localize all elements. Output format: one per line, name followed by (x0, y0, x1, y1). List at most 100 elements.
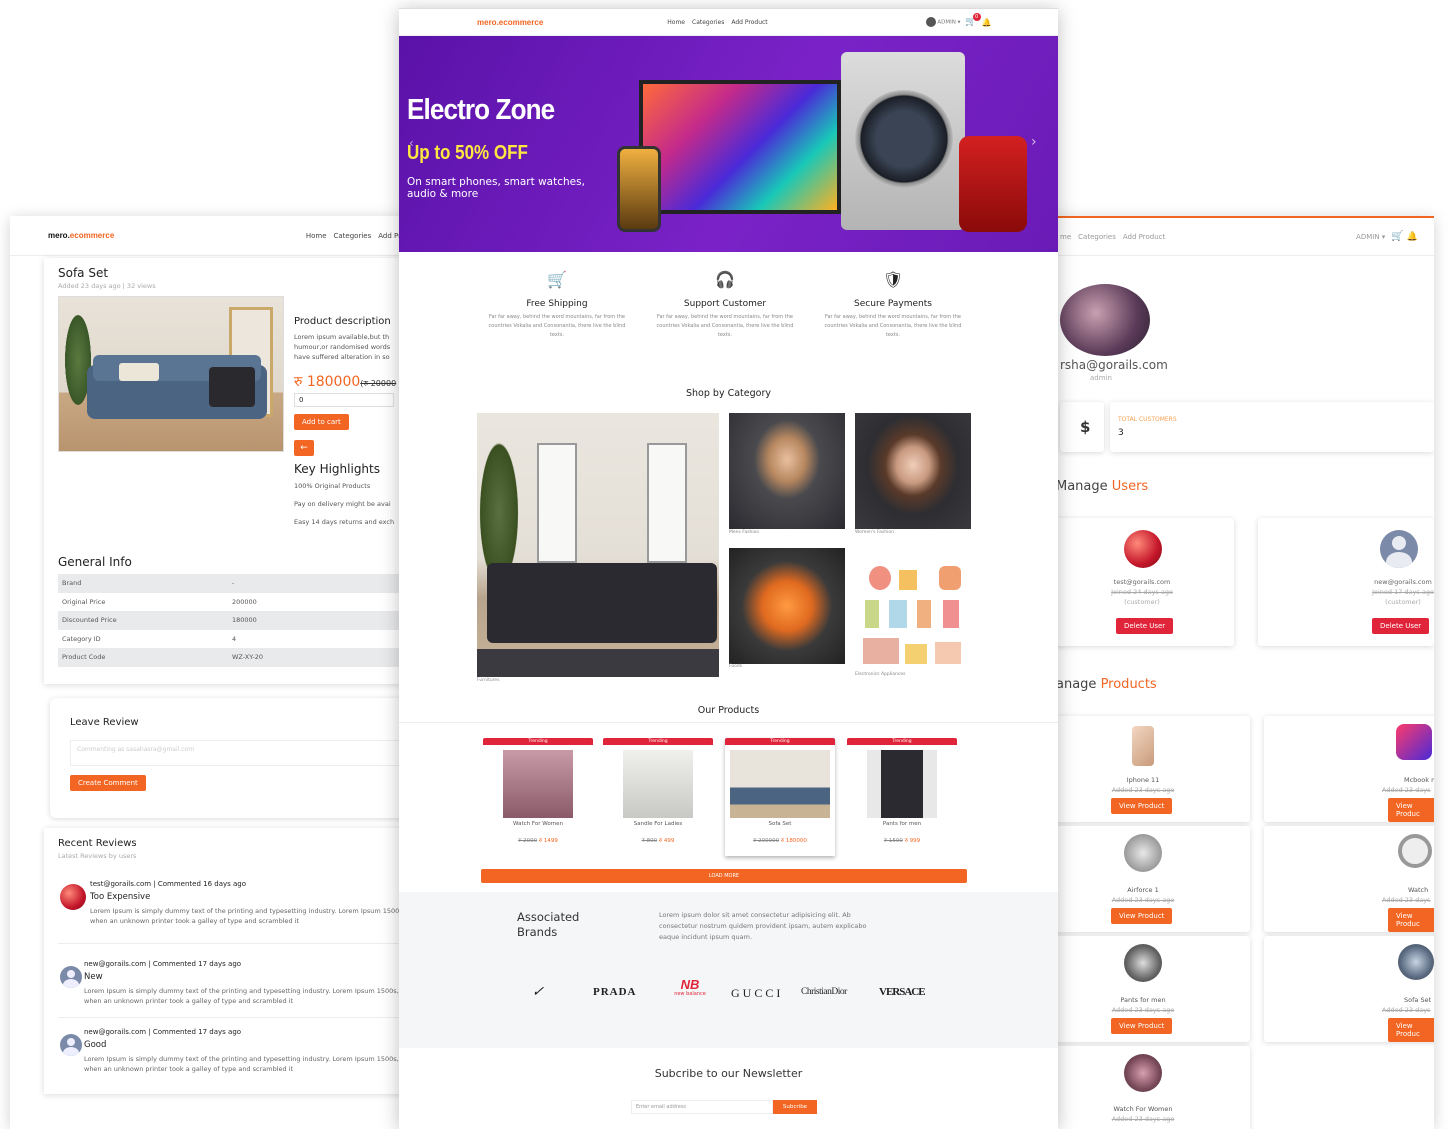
category-label: Mens Fashion (729, 530, 760, 535)
nav-categories-link[interactable]: Categories (692, 19, 724, 26)
support-icon: 🎧 (715, 270, 735, 289)
user-joined: Joined 17 days ago (1372, 588, 1434, 596)
brand-logo: PRADA (593, 986, 637, 998)
stat-label: TOTAL CUSTOMERS (1118, 416, 1177, 423)
home-nav-links: Home Categories Add Product (667, 19, 767, 26)
review-input[interactable]: Commenting as sasahasra@gmail.com (70, 740, 410, 766)
recent-reviews-sub: Latest Reviews by users (58, 852, 137, 860)
product-title: Sofa Set (58, 266, 109, 280)
product-card[interactable]: Trending Pants for men रु 1500 रु 999 (847, 738, 957, 852)
customers-stat-card: TOTAL CUSTOMERS 3 (1110, 402, 1434, 452)
product-card[interactable]: Trending Sofa Set रु 200000 रु 180000 (725, 738, 835, 856)
product-added: Added 23 days ago (1111, 786, 1175, 794)
review-item: test@gorails.com | Commented 16 days ago… (58, 878, 410, 944)
feature-title: Support Customer (683, 299, 767, 309)
view-product-button[interactable]: View Product (1111, 908, 1173, 924)
nav-add-product-link[interactable]: Add Product (1123, 233, 1165, 241)
review-title: Too Expensive (90, 892, 151, 902)
product-card: Iphone 11 Added 23 days ago View Product (1050, 716, 1250, 822)
back-button[interactable]: ← (294, 440, 314, 456)
logo[interactable]: mero.ecommerce (477, 18, 543, 27)
product-detail-card: Sofa Set Added 23 days ago | 32 views Pr… (44, 258, 410, 684)
delete-user-button[interactable]: Delete User (1116, 618, 1174, 634)
view-product-button[interactable]: View Produc (1388, 908, 1434, 932)
category-tile-furnitures[interactable] (477, 413, 719, 677)
trending-badge: Trending (483, 738, 593, 745)
product-name: Pants for men (882, 821, 922, 827)
product-image (1124, 834, 1162, 872)
category-tile-mens-fashion[interactable] (729, 413, 845, 529)
table-row: Discounted Price 180000 (58, 611, 410, 630)
product-name: Sandle For Ladies (633, 821, 683, 827)
arrow-left-icon: ← (300, 443, 308, 453)
bell-icon[interactable]: 🔔 (982, 18, 992, 27)
email-input[interactable]: Enter email address (631, 1100, 773, 1114)
manage-users-heading: Manage Users (1056, 479, 1149, 494)
add-to-cart-button[interactable]: Add to cart (294, 414, 349, 430)
feature-item: 🛒 Free Shipping Far far away, behind the… (485, 270, 629, 340)
review-text: Lorem Ipsum is simply dummy text of the … (84, 1055, 399, 1073)
admin-avatar (925, 17, 936, 27)
quantity-input[interactable]: 0 (294, 393, 394, 407)
product-card: Watch For Women Added 23 days ago (1050, 1046, 1250, 1129)
subscribe-button[interactable]: Subcribe (773, 1100, 817, 1114)
cart-icon[interactable]: 🛒 0 (965, 13, 981, 27)
nav-home-link[interactable]: Home (306, 232, 327, 240)
feature-item: 🎧 Support Customer Far far away, behind … (653, 270, 797, 340)
admin-navbar: me Categories Add Product ADMIN ▾ 🛒 🔔 (1010, 216, 1434, 256)
carousel-prev-icon[interactable]: ‹ (409, 136, 414, 150)
highlights-heading: Key Highlights (294, 462, 380, 476)
user-email: test@gorails.com (1113, 578, 1171, 586)
product-image (730, 750, 830, 818)
view-product-button[interactable]: View Product (1111, 1018, 1173, 1034)
category-tile-womens-fashion[interactable] (855, 413, 971, 529)
review-meta: new@gorails.com | Commented 17 days ago (84, 960, 242, 968)
stat-value: 3 (1118, 428, 1124, 438)
user-avatar (1124, 530, 1162, 568)
product-image (1398, 834, 1432, 868)
nav-home-link[interactable]: me (1060, 233, 1071, 241)
view-product-button[interactable]: View Produc (1388, 1018, 1434, 1042)
admin-window: me Categories Add Product ADMIN ▾ 🛒 🔔 rs… (1010, 216, 1434, 1129)
user-card: new@gorails.com Joined 17 days ago (cust… (1258, 518, 1434, 646)
description-heading: Product description (294, 316, 391, 327)
trending-badge: Trending (603, 738, 713, 745)
review-meta: test@gorails.com | Commented 16 days ago (90, 880, 247, 888)
recent-reviews-heading: Recent Reviews (58, 838, 137, 849)
product-card[interactable]: Trending Sandle For Ladies रु 800 रु 499 (603, 738, 713, 852)
cart-icon: 🛒 (547, 270, 567, 289)
highlight-item: Pay on delivery might be avai (294, 500, 391, 508)
product-name: Watch For Women (513, 821, 563, 827)
delete-user-button[interactable]: Delete User (1372, 618, 1430, 634)
category-tile-electronics[interactable] (855, 548, 971, 672)
carousel-next-icon[interactable]: › (1031, 134, 1037, 150)
logo[interactable]: mero.ecommerce (48, 231, 114, 240)
admin-dropdown[interactable]: ADMIN ▾ (925, 17, 960, 27)
recent-reviews-card: Recent Reviews Latest Reviews by users t… (44, 828, 410, 1094)
product-name: Sofa Set (1404, 996, 1432, 1004)
brand-logo: VERSACE (879, 986, 926, 998)
category-label: Electronics Appliances (855, 672, 906, 677)
product-name: Sofa Set (768, 821, 792, 827)
load-more-button[interactable]: LOAD MORE (481, 869, 967, 883)
product-name: Mcbook m (1404, 776, 1434, 784)
nav-add-product-link[interactable]: Add Product (731, 19, 767, 26)
nav-categories-link[interactable]: Categories (334, 232, 372, 240)
cart-icon[interactable]: 🛒 (1391, 231, 1403, 242)
view-product-button[interactable]: View Product (1111, 798, 1173, 814)
product-image (1132, 726, 1154, 766)
view-product-button[interactable]: View Produc (1388, 798, 1434, 822)
nav-home-link[interactable]: Home (667, 19, 685, 26)
admin-dropdown[interactable]: ADMIN ▾ (1356, 233, 1385, 241)
current-price: रु 180000 (294, 374, 361, 390)
reviewer-avatar-icon (60, 966, 82, 988)
bell-icon[interactable]: 🔔 (1407, 232, 1418, 242)
highlight-item: Easy 14 days returns and exch (294, 518, 395, 526)
nike-logo: ✓ (530, 984, 548, 1000)
manage-products-heading: anage Products (1056, 677, 1157, 692)
create-comment-button[interactable]: Create Comment (70, 775, 146, 791)
reviewer-avatar-icon (60, 1034, 82, 1056)
product-card[interactable]: Trending Watch For Women रु 2000 रु 1499 (483, 738, 593, 852)
nav-categories-link[interactable]: Categories (1078, 233, 1116, 241)
category-tile-foods[interactable] (729, 548, 845, 664)
